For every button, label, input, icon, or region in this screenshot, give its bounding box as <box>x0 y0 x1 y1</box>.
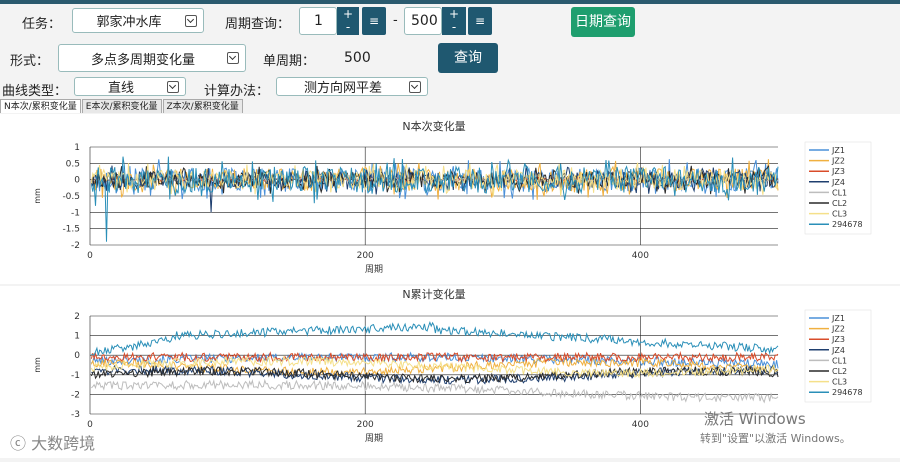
chart-title: N本次变化量 <box>402 119 465 133</box>
chevron-down-icon <box>185 14 197 27</box>
y-tick-label: -1.5 <box>62 225 80 235</box>
legend-label-JZ3: JZ3 <box>831 335 845 344</box>
brand-watermark: ⓒ 大数跨境 <box>10 430 95 454</box>
y-tick-label: -1 <box>71 371 80 381</box>
activate-windows-subtext: 转到"设置"以激活 Windows。 <box>700 432 851 445</box>
calc-method-label: 计算办法： <box>204 84 270 99</box>
brand-logo-icon: ⓒ <box>10 434 32 453</box>
x-tick-label: 0 <box>87 420 93 430</box>
period-from-increment-button[interactable]: + <box>337 7 359 21</box>
y-axis-label: mm <box>33 188 42 204</box>
form-label: 形式： <box>10 54 50 69</box>
y-tick-label: -2 <box>71 390 80 400</box>
brand-name: 大数跨境 <box>31 434 96 453</box>
tab-z[interactable]: Z本次/累积变化量 <box>162 99 243 113</box>
list-icon: ≡ <box>368 14 380 28</box>
chevron-down-icon <box>409 80 421 93</box>
y-tick-label: -0.5 <box>62 192 80 202</box>
legend-label-JZ2: JZ2 <box>831 157 845 166</box>
tab-e[interactable]: E本次/累积变化量 <box>81 99 162 113</box>
activate-windows-text: 激活 Windows <box>704 410 806 428</box>
x-tick-label: 200 <box>357 420 374 430</box>
period-to-value: 500 <box>411 13 438 29</box>
period-dash: - <box>393 13 398 28</box>
legend-label-JZ4: JZ4 <box>831 346 845 355</box>
task-select[interactable]: 郭家冲水库 <box>72 8 204 33</box>
curve-type-value: 直线 <box>107 81 134 96</box>
legend-label-JZ3: JZ3 <box>831 167 845 176</box>
chart-title: N累计变化量 <box>402 287 465 301</box>
y-axis-label: mm <box>33 357 42 373</box>
legend-label-CL1: CL1 <box>832 188 847 197</box>
x-tick-label: 0 <box>87 251 93 261</box>
legend-label-CL3: CL3 <box>832 378 847 387</box>
period-query-label: 周期查询： <box>225 17 291 32</box>
x-tick-label: 400 <box>632 251 649 261</box>
form-select[interactable]: 多点多周期变化量 <box>58 44 246 72</box>
chevron-down-icon <box>227 52 239 64</box>
period-to-decrement-button[interactable]: - <box>442 21 466 35</box>
legend-label-CL2: CL2 <box>832 367 847 376</box>
calc-method-value: 测方向网平差 <box>303 81 382 96</box>
chart-panel-current: N本次变化量 1 0.5 0 -0.5 -1 -1.5 -2 0 200 400 周期 mm JZ1 JZ2… <box>0 114 900 284</box>
y-tick-label: 2 <box>74 312 80 322</box>
legend-label-JZ1: JZ1 <box>831 146 845 155</box>
task-label: 任务： <box>22 17 62 32</box>
legend-label-CL2: CL2 <box>832 199 847 208</box>
y-tick-label: 1 <box>74 143 80 153</box>
window-top-bar <box>0 0 900 4</box>
legend-label-JZ4: JZ4 <box>831 178 845 187</box>
chart-tabs: N本次/累积变化量 E本次/累积变化量 Z本次/累积变化量 <box>0 99 244 114</box>
single-period-value[interactable]: 500 <box>344 50 371 66</box>
tab-n[interactable]: N本次/累积变化量 <box>0 99 81 113</box>
single-period-label: 单周期： <box>263 54 316 69</box>
y-tick-label: 0 <box>74 351 80 361</box>
task-select-value: 郭家冲水库 <box>96 15 162 30</box>
period-from-decrement-button[interactable]: - <box>337 21 359 35</box>
curve-type-label: 曲线类型： <box>2 84 68 99</box>
query-button[interactable]: 查询 <box>438 43 498 73</box>
legend-label-CL1: CL1 <box>832 356 847 365</box>
period-to-input[interactable]: 500 <box>404 7 442 35</box>
form-select-value: 多点多周期变化量 <box>90 52 195 68</box>
chart-current-change: N本次变化量 1 0.5 0 -0.5 -1 -1.5 -2 0 200 400 周期 mm JZ1 JZ2… <box>33 119 872 275</box>
period-from-input[interactable]: 1 <box>299 7 337 35</box>
list-icon: ≡ <box>474 14 486 28</box>
y-tick-label: 0 <box>74 176 80 186</box>
chevron-down-icon <box>167 80 179 93</box>
legend-label-294678: 294678 <box>832 220 863 229</box>
y-tick-label: -1 <box>71 208 80 218</box>
series-line-294678 <box>91 321 779 356</box>
y-tick-label: -3 <box>71 410 80 420</box>
calc-method-select[interactable]: 测方向网平差 <box>276 77 428 96</box>
legend-label-JZ2: JZ2 <box>831 325 845 334</box>
legend-label-JZ1: JZ1 <box>831 314 845 323</box>
curve-type-select[interactable]: 直线 <box>74 77 186 96</box>
period-to-list-button[interactable]: ≡ <box>468 7 492 35</box>
period-from-list-button[interactable]: ≡ <box>362 7 386 35</box>
legend-label-CL3: CL3 <box>832 210 847 219</box>
period-to-increment-button[interactable]: + <box>442 7 466 21</box>
x-axis-label: 周期 <box>365 433 383 444</box>
x-axis-label: 周期 <box>365 264 383 275</box>
period-from-value: 1 <box>314 13 323 29</box>
legend-label-294678: 294678 <box>832 388 863 397</box>
date-query-button[interactable]: 日期查询 <box>571 7 635 37</box>
x-tick-label: 200 <box>357 251 374 261</box>
y-tick-label: 1 <box>74 332 80 342</box>
x-tick-label: 400 <box>632 420 649 430</box>
y-tick-label: 0.5 <box>66 159 80 169</box>
y-tick-label: -2 <box>71 241 80 251</box>
series-line-CL1 <box>91 378 779 404</box>
